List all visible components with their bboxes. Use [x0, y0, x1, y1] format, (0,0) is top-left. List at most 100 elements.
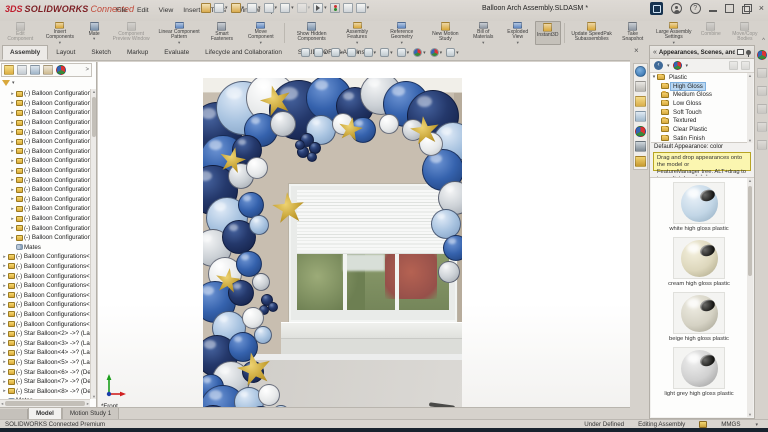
expand-arrow-icon[interactable]: ▸	[10, 148, 15, 154]
tree-horizontal-scrollbar[interactable]: ◂ ▸	[0, 399, 90, 407]
balloon[interactable]	[249, 215, 269, 235]
undo-button[interactable]: ▾	[279, 2, 295, 14]
expand-arrow-icon[interactable]: ▸	[10, 177, 15, 183]
appearance-category-textured[interactable]: Textured	[651, 116, 747, 125]
user-account-icon[interactable]	[671, 3, 682, 14]
expand-arrow-icon[interactable]: ▸	[10, 139, 15, 145]
insert-components-button[interactable]: Insert Components▾	[39, 21, 81, 45]
tree-row[interactable]: ▸(-) Balloon Configurations<	[0, 156, 90, 166]
tree-row[interactable]: ▸(-) Balloon Configurations<	[0, 99, 90, 109]
expand-arrow-icon[interactable]: ▸	[2, 331, 7, 337]
tree-row[interactable]: ▸(-) Star Balloon<4> ->? (Large S	[0, 348, 90, 358]
tree-row[interactable]: ▸(-) Balloon Configurations<5> -	[0, 290, 90, 300]
expand-arrow-icon[interactable]: ▸	[10, 158, 15, 164]
balloon[interactable]	[268, 302, 278, 312]
tree-row[interactable]: ▸(-) Balloon Configurations<	[0, 166, 90, 176]
print-button[interactable]: ▾	[263, 2, 279, 14]
configuration-manager-tab-icon[interactable]	[30, 65, 40, 75]
display-pane-button[interactable]	[342, 2, 354, 14]
scroll-thumb[interactable]	[92, 97, 96, 137]
tree-row[interactable]: ▸(-) Balloon Configurations<	[0, 118, 90, 128]
expand-arrow-icon[interactable]: ▸	[2, 321, 7, 327]
tab-strip-chevron-icon[interactable]: >	[85, 67, 89, 73]
balloon[interactable]	[258, 384, 280, 406]
tree-row[interactable]: ▸(-) Star Balloon<8> ->? (Defaul	[0, 386, 90, 396]
tab-evaluate[interactable]: Evaluate	[156, 45, 197, 60]
appearance-category-soft-touch[interactable]: Soft Touch	[651, 108, 747, 117]
update-speedpak-subassemblies-button[interactable]: Update SpeedPak Subassemblies	[568, 21, 616, 45]
expand-arrow-icon[interactable]: ▸	[10, 235, 15, 241]
walkthrough-tab-icon[interactable]	[757, 140, 767, 150]
tree-row[interactable]: ▸(-) Balloon Configurations<	[0, 175, 90, 185]
appearance-swatch[interactable]: light grey high gloss plastic	[656, 347, 742, 397]
back-arrow-icon[interactable]: ‹	[654, 61, 663, 70]
appearance-category-clear-plastic[interactable]: Clear Plastic	[651, 125, 747, 134]
tree-row[interactable]: ▸(-) Star Balloon<7> ->? (Defaul	[0, 377, 90, 387]
appearance-category-medium-gloss[interactable]: Medium Gloss	[651, 90, 747, 99]
view-palette-icon[interactable]	[635, 111, 646, 122]
close-button[interactable]: ×	[759, 4, 764, 13]
tree-row[interactable]: ▸(-) Balloon Configurations<2> -	[0, 262, 90, 272]
tree-row[interactable]: ▸(-) Balloon Configurations<	[0, 185, 90, 195]
new-motion-study-button[interactable]: New Motion Study	[425, 21, 466, 45]
appearance-wheel-icon[interactable]	[673, 61, 682, 70]
linear-component-pattern-button[interactable]: Linear Component Pattern▾	[155, 21, 203, 45]
options-gear-button[interactable]: ▾	[355, 2, 371, 14]
tree-vertical-scrollbar[interactable]: ▲ ▼	[90, 89, 96, 399]
tree-row[interactable]: ▸(-) Balloon Configurations<	[0, 195, 90, 205]
tree-row[interactable]: ▸(-) Balloon Configurations<	[0, 127, 90, 137]
menu-view[interactable]: View	[155, 5, 178, 16]
3dexperience-search-icon[interactable]	[650, 2, 663, 15]
tree-row[interactable]: ▸(-) Balloon Configurations<	[0, 204, 90, 214]
tree-row[interactable]: ▸(-) Balloon Configurations<	[0, 214, 90, 224]
scroll-right-icon[interactable]: ▸	[86, 401, 90, 407]
tree-row[interactable]: ▸(-) Balloon Configurations<4> -	[0, 281, 90, 291]
tree-row[interactable]: ▸(-) Balloon Configurations<3> -	[0, 271, 90, 281]
scroll-thumb-h[interactable]	[5, 401, 84, 406]
expand-arrow-icon[interactable]: ▸	[2, 350, 7, 356]
expand-arrow-icon[interactable]: ▸	[2, 263, 7, 269]
tree-row[interactable]: ▸(-) Balloon Configurations<7> -	[0, 310, 90, 320]
dimxpert-manager-tab-icon[interactable]	[43, 65, 53, 75]
appearance-tree-scrollbar[interactable]: ▲ ▼	[747, 73, 753, 143]
scroll-up-icon[interactable]: ▲	[91, 89, 97, 94]
design-library-icon[interactable]	[635, 81, 646, 92]
featuremanager-tree-tab-icon[interactable]	[4, 65, 14, 75]
scenes-tab-icon[interactable]	[757, 68, 767, 78]
balloon-arch-model-view[interactable]	[203, 78, 462, 407]
select-button[interactable]: ▾	[312, 2, 328, 14]
window-layout-button[interactable]	[725, 4, 734, 13]
tree-row[interactable]: ▸(-) Balloon Configurations<	[0, 223, 90, 233]
restore-button[interactable]	[742, 4, 751, 13]
expand-arrow-icon[interactable]: ▸	[2, 379, 7, 385]
help-icon[interactable]: ?	[690, 3, 701, 14]
tab-layout[interactable]: Layout	[48, 45, 83, 60]
balloon[interactable]	[295, 140, 305, 150]
balloon[interactable]	[379, 114, 399, 134]
scroll-down-icon[interactable]: ▼	[91, 394, 97, 399]
tree-row[interactable]: ▸(-) Balloon Configurations<8> -	[0, 319, 90, 329]
exploded-view-button[interactable]: Exploded View▾	[501, 21, 535, 45]
instant3d-button[interactable]: Instant3D	[535, 21, 561, 45]
expand-arrow-icon[interactable]: ▸	[2, 369, 7, 375]
solidworks-tools-icon[interactable]	[635, 156, 646, 167]
tree-filter-row[interactable]: ▾	[2, 78, 15, 88]
lights-tab-icon[interactable]	[757, 104, 767, 114]
expand-arrow-icon[interactable]: ▸	[2, 311, 7, 317]
expand-arrow-icon[interactable]: ▸	[2, 254, 7, 260]
move-component-button[interactable]: Move Component▾	[241, 21, 281, 45]
tab-markup[interactable]: Markup	[119, 45, 156, 60]
menu-file[interactable]: File	[112, 5, 131, 16]
expand-arrow-icon[interactable]: ▸	[10, 196, 15, 202]
appearance-swatch[interactable]: cream high gloss plastic	[656, 237, 742, 287]
property-manager-tab-icon[interactable]	[17, 65, 27, 75]
apply-scene-button[interactable]: ▾	[429, 47, 444, 58]
tree-row[interactable]: ▸(-) Balloon Configurations<	[0, 108, 90, 118]
new-document-button[interactable]: ▾	[213, 2, 229, 14]
home-button[interactable]	[200, 2, 212, 14]
status-units[interactable]: MMGS	[721, 421, 740, 428]
expand-arrow-icon[interactable]: ▸	[2, 283, 7, 289]
tab-assembly[interactable]: Assembly	[2, 45, 48, 60]
expand-arrow-icon[interactable]: ▸	[2, 388, 7, 394]
back-caret-icon[interactable]: ▾	[667, 63, 670, 69]
